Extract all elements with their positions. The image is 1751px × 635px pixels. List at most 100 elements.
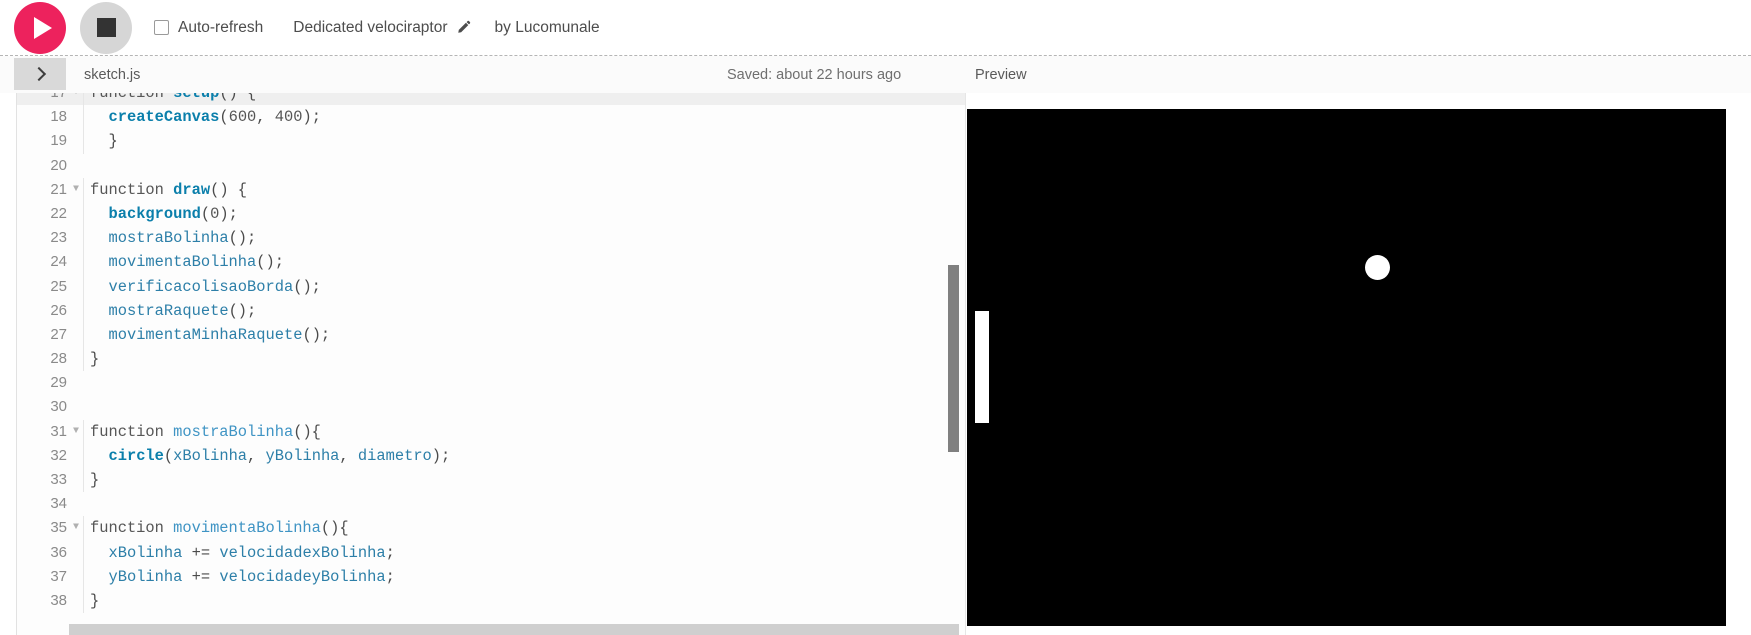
sketch-canvas[interactable] xyxy=(967,109,1726,626)
code-line[interactable]: 23 mostraBolinha(); xyxy=(17,226,965,251)
code-line[interactable]: 28} xyxy=(17,347,965,372)
code-line[interactable]: 35 ▼ function movimentaBolinha(){ xyxy=(17,516,965,541)
editor-vertical-scrollbar[interactable] xyxy=(948,93,960,623)
pong-paddle xyxy=(975,311,989,423)
code-token: ( xyxy=(200,204,211,223)
code-token: function xyxy=(90,422,174,441)
code-token: (); xyxy=(293,277,321,296)
code-token: 600 xyxy=(228,108,257,127)
auto-refresh-toggle[interactable]: Auto-refresh xyxy=(154,19,263,37)
line-number: 23 xyxy=(50,229,67,247)
fold-arrow-icon[interactable]: ▼ xyxy=(69,178,83,202)
code-line[interactable]: 25 verificacolisaoBorda(); xyxy=(17,274,965,299)
sidebar-toggle-button[interactable] xyxy=(14,58,66,90)
editor-horizontal-scroll-thumb[interactable] xyxy=(69,624,959,635)
line-number: 24 xyxy=(50,253,67,271)
code-token: verificacolisaoBorda xyxy=(108,277,294,296)
code-line[interactable]: 30 xyxy=(17,395,965,419)
fold-arrow-icon[interactable]: ▼ xyxy=(69,516,83,540)
code-token: movimentaMinhaRaquete xyxy=(108,325,303,344)
code-line-text[interactable]: xBolinha += velocidadexBolinha; xyxy=(83,540,965,565)
auto-refresh-checkbox[interactable] xyxy=(154,20,169,35)
workspace: sketch.js Saved: about 22 hours ago Prev… xyxy=(0,55,1751,635)
code-token: (); xyxy=(228,229,257,248)
code-line-text[interactable]: yBolinha += velocidadeyBolinha; xyxy=(83,564,965,589)
code-token: velocidadexBolinha xyxy=(219,543,386,562)
fold-arrow-icon[interactable]: ▼ xyxy=(69,93,83,105)
code-line-text[interactable]: mostraRaquete(); xyxy=(83,298,965,323)
editor-vertical-scroll-thumb[interactable] xyxy=(948,265,959,452)
line-number: 36 xyxy=(50,543,67,561)
editor-filename[interactable]: sketch.js xyxy=(84,67,140,83)
code-token: createCanvas xyxy=(108,108,220,127)
code-line[interactable]: 20 xyxy=(17,154,965,178)
code-line[interactable]: 31 ▼ function mostraBolinha(){ xyxy=(17,419,965,444)
line-number: 19 xyxy=(50,132,67,150)
code-line[interactable]: 38} xyxy=(17,588,965,614)
editor-horizontal-scrollbar[interactable] xyxy=(17,623,965,635)
pong-ball xyxy=(1364,254,1390,280)
code-line-text[interactable]: mostraBolinha(); xyxy=(83,226,965,251)
code-scroll-area[interactable]: 17▼function setup() {18 createCanvas(600… xyxy=(17,93,965,623)
stop-button[interactable] xyxy=(80,1,132,54)
pencil-icon[interactable] xyxy=(456,20,471,35)
line-number: 26 xyxy=(50,301,67,319)
code-line[interactable]: 22 background(0); xyxy=(17,201,965,227)
fold-arrow-icon[interactable]: ▼ xyxy=(69,420,83,444)
code-line[interactable]: 34 xyxy=(17,492,965,516)
top-toolbar: Auto-refresh Dedicated velociraptor by L… xyxy=(0,0,1751,55)
code-line-text[interactable]: function movimentaBolinha(){ xyxy=(83,516,965,541)
code-line[interactable]: 19 } xyxy=(17,129,965,154)
code-token: } xyxy=(90,132,118,151)
line-number: 33 xyxy=(50,471,67,488)
code-line[interactable]: 18 createCanvas(600, 400); xyxy=(17,105,965,130)
code-token: draw xyxy=(173,180,211,199)
code-line[interactable]: 32 circle(xBolinha, yBolinha, diametro); xyxy=(17,443,965,469)
code-token: ( xyxy=(219,108,229,127)
play-button[interactable] xyxy=(14,1,66,54)
code-editor-pane[interactable]: 17▼function setup() {18 createCanvas(600… xyxy=(16,93,966,635)
code-token: mostraRaquete xyxy=(108,301,229,320)
code-token: movimentaBolinha xyxy=(108,253,257,272)
code-token: += xyxy=(182,567,220,586)
code-line[interactable]: 17▼function setup() { xyxy=(17,93,965,106)
code-token: velocidadeyBolinha xyxy=(219,567,386,586)
code-token: diametro xyxy=(357,446,432,465)
code-line-text[interactable]: function setup() { xyxy=(83,93,965,106)
code-lines[interactable]: 17▼function setup() {18 createCanvas(600… xyxy=(17,93,965,614)
code-line-text[interactable]: } xyxy=(83,468,965,493)
code-line-text[interactable]: verificacolisaoBorda(); xyxy=(83,274,965,299)
code-token: ( xyxy=(163,446,174,465)
code-token: } xyxy=(90,471,100,489)
code-line-text[interactable]: background(0); xyxy=(83,201,965,227)
code-line[interactable]: 29 xyxy=(17,371,965,395)
code-line[interactable]: 27 movimentaMinhaRaquete(); xyxy=(17,322,965,348)
code-line-text[interactable]: function draw() { xyxy=(83,177,965,202)
code-line[interactable]: 24 movimentaBolinha(); xyxy=(17,250,965,275)
code-token: ); xyxy=(219,204,238,223)
stop-icon xyxy=(96,18,116,37)
code-line[interactable]: 21 ▼ function draw() { xyxy=(17,177,965,202)
code-line[interactable]: 26 mostraRaquete(); xyxy=(17,298,965,323)
code-line-text[interactable]: createCanvas(600, 400); xyxy=(83,105,965,130)
code-line-text[interactable]: } xyxy=(83,347,965,372)
code-line-text[interactable]: } xyxy=(83,588,965,614)
code-token: 400 xyxy=(274,108,303,127)
code-line-text[interactable]: movimentaBolinha(); xyxy=(83,250,965,275)
code-line[interactable]: 37 yBolinha += velocidadeyBolinha; xyxy=(17,564,965,589)
sketch-name[interactable]: Dedicated velociraptor xyxy=(293,19,447,37)
code-token: function xyxy=(90,180,174,199)
code-line-text[interactable]: function mostraBolinha(){ xyxy=(83,419,965,444)
code-line-text[interactable]: movimentaMinhaRaquete(); xyxy=(83,322,965,348)
code-token: circle xyxy=(108,446,164,465)
code-line[interactable]: 36 xBolinha += velocidadexBolinha; xyxy=(17,540,965,565)
code-line[interactable]: 33} xyxy=(17,468,965,493)
code-token: ); xyxy=(302,108,321,127)
code-line-text[interactable]: circle(xBolinha, yBolinha, diametro); xyxy=(83,443,965,469)
code-line-text[interactable]: } xyxy=(83,129,965,154)
pane-header-bar: sketch.js Saved: about 22 hours ago Prev… xyxy=(0,56,1751,93)
chevron-right-icon xyxy=(31,66,46,82)
